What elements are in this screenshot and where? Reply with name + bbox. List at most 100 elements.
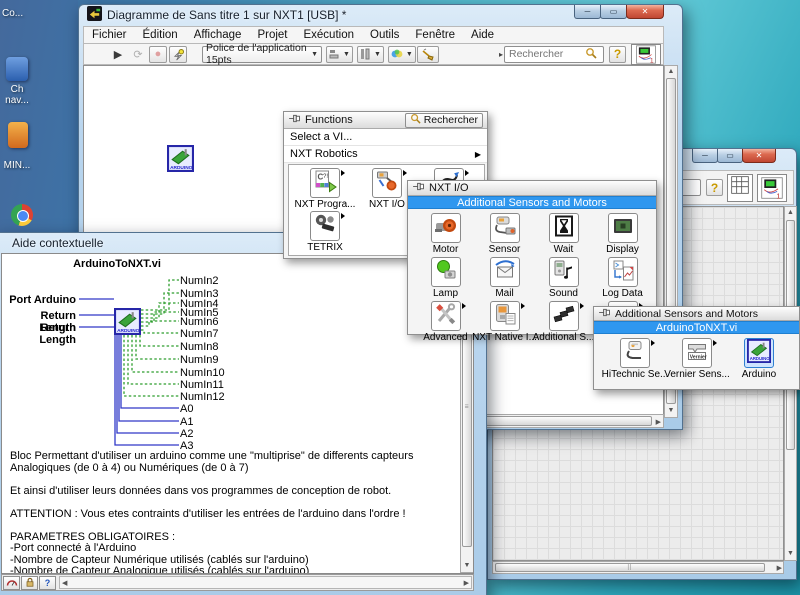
menu-item[interactable]: Fenêtre [407,28,463,42]
help-description: Bloc Permettant d'utiliser un arduino co… [10,451,440,574]
menu-item[interactable]: Édition [135,28,186,42]
show-optional-terminals-button[interactable] [3,576,20,590]
additional-sensors-palette: Additional Sensors and Motors ArduinoToN… [593,306,800,390]
help-window-title: Aide contextuelle [12,236,103,250]
abort-button[interactable]: ● [149,46,167,63]
run-button[interactable]: ▶ [109,46,127,63]
context-help-button[interactable]: ? [609,46,626,63]
labview-app-icon [87,6,102,24]
menu-item[interactable]: Aide [463,28,502,42]
palette-item-vernier-sens[interactable]: Vernier Vernier Sens... [666,338,728,382]
svg-text:ARDUINO: ARDUINO [117,328,140,334]
front-panel-hscrollbar[interactable]: ⠿ ▶ [492,561,784,574]
palette-item-motor[interactable]: Motor [416,213,475,257]
palette-item-arduino[interactable]: ARDUINO Arduino [728,338,790,382]
help-status-bar: ? ◀ ▶ [1,574,474,591]
minimize-button[interactable]: ─ [692,149,718,163]
detailed-help-button[interactable]: ? [39,576,56,590]
functions-palette-header[interactable]: Functions Rechercher [284,112,487,129]
help-vi-name: ArduinoToNXT.vi [57,258,177,270]
help-output-terminal: NumIn9 [180,354,219,366]
menu-item[interactable]: Outils [362,28,407,42]
pin-icon[interactable] [288,114,301,126]
help-output-terminal: NumIn11 [180,379,224,391]
palette-item-mail[interactable]: Mail [475,257,534,301]
select-a-vi-row[interactable]: Select a VI... [284,129,487,146]
help-output-terminal: NumIn2 [180,275,219,287]
shortcut-blue-icon[interactable] [6,57,28,81]
front-panel-caption-buttons: ─ ▭ ✕ [693,149,776,163]
help-hscrollbar[interactable]: ◀ ▶ [59,576,472,589]
menu-item[interactable]: Exécution [295,28,362,42]
palette-search-button[interactable]: Rechercher [405,113,483,128]
help-content: ArduinoToNXT.vi ARDUINO Port ArduinoRetu… [1,253,474,574]
palette-item-sound[interactable]: Sound [534,257,593,301]
maximize-button[interactable]: ▭ [600,5,627,19]
minimize-button[interactable]: ─ [574,5,601,19]
palette-item-nxt-progra[interactable]: C?! NXT Progra... [294,168,356,211]
connector-pane-button[interactable] [727,174,753,202]
pin-icon[interactable] [598,308,611,320]
font-selector[interactable]: Police de l'application 15pts▼ [202,46,322,63]
svg-text:Vernier: Vernier [690,354,707,360]
svg-text:1: 1 [776,191,780,200]
resize-objects-button[interactable]: ▼ [388,46,416,63]
search-icon [410,113,421,127]
hitechnic-icon [623,339,647,368]
arduino-vi-node[interactable]: ARDUINO [167,145,194,172]
palette-item-lamp[interactable]: Lamp [416,257,475,301]
palette-item-wait[interactable]: Wait [534,213,593,257]
palette-item-additional-s[interactable]: Additional S... [534,301,593,345]
advanced-icon [434,302,458,331]
lamp-icon [434,258,458,287]
desktop-icon-label[interactable]: Co... [2,8,23,19]
palette-item-advanced[interactable]: Advanced [416,301,475,345]
vi-icon[interactable]: 1 [631,44,661,65]
search-area: ▸ ? 1 [499,44,661,65]
desktop-icon-label[interactable]: MIN... [0,160,34,171]
toolbar: ▶ ⟳ ● Police de l'application 15pts▼ ▼ ▼… [83,43,664,65]
menu-item[interactable]: Fichier [84,28,135,42]
help-output-terminal: NumIn10 [180,367,225,379]
align-objects-button[interactable]: ▼ [326,46,353,63]
svg-text:ARDUINO: ARDUINO [170,165,193,171]
window-title: Diagramme de Sans titre 1 sur NXT1 [USB]… [107,8,346,22]
additional-sensors-icon [552,302,576,331]
palette-item-sensor[interactable]: Sensor [475,213,534,257]
run-continuous-button[interactable]: ⟳ [129,46,147,63]
search-box[interactable] [504,46,604,63]
nxt-robotics-row[interactable]: NXT Robotics▶ [284,146,487,163]
close-button[interactable]: ✕ [742,149,776,163]
wait-icon [552,214,576,243]
help-output-terminal: A1 [180,416,193,428]
palette-item-tetrix[interactable]: TETRIX [294,211,356,254]
tetrix-icon [313,212,337,241]
palette-item-nxt-native-i[interactable]: NXT Native I... [475,301,534,345]
subpalette-banner[interactable]: Additional Sensors and Motors [408,196,656,209]
lock-help-button[interactable] [21,576,38,590]
palette-item-hitechnic-se[interactable]: HiTechnic Se... [604,338,666,382]
sensor-icon [493,214,517,243]
svg-text:?!: ?! [323,174,328,180]
palette-item-log-data[interactable]: Log Data [593,257,652,301]
svg-text:1: 1 [650,57,654,64]
palette-item-display[interactable]: Display [593,213,652,257]
maximize-button[interactable]: ▭ [717,149,743,163]
highlight-execution-button[interactable] [169,46,187,63]
help-button[interactable]: ? [706,179,723,196]
distribute-objects-button[interactable]: ▼ [357,46,384,63]
search-input[interactable] [507,47,585,61]
desktop-icon-label[interactable]: Ch nav... [0,84,34,106]
search-expand-icon[interactable]: ▸ [499,50,503,59]
nxt-io-palette-header[interactable]: NXT I/O [408,181,656,196]
menu-item[interactable]: Projet [249,28,295,42]
vi-icon[interactable]: 1 [757,174,787,202]
browser-logo-icon[interactable] [11,204,33,226]
menu-item[interactable]: Affichage [186,28,250,42]
close-button[interactable]: ✕ [626,5,664,19]
vi-banner[interactable]: ArduinoToNXT.vi [594,321,799,334]
additional-palette-header[interactable]: Additional Sensors and Motors [594,307,799,321]
cleanup-diagram-button[interactable] [417,46,439,63]
shortcut-orange-icon[interactable] [8,122,28,148]
pin-icon[interactable] [412,182,425,194]
